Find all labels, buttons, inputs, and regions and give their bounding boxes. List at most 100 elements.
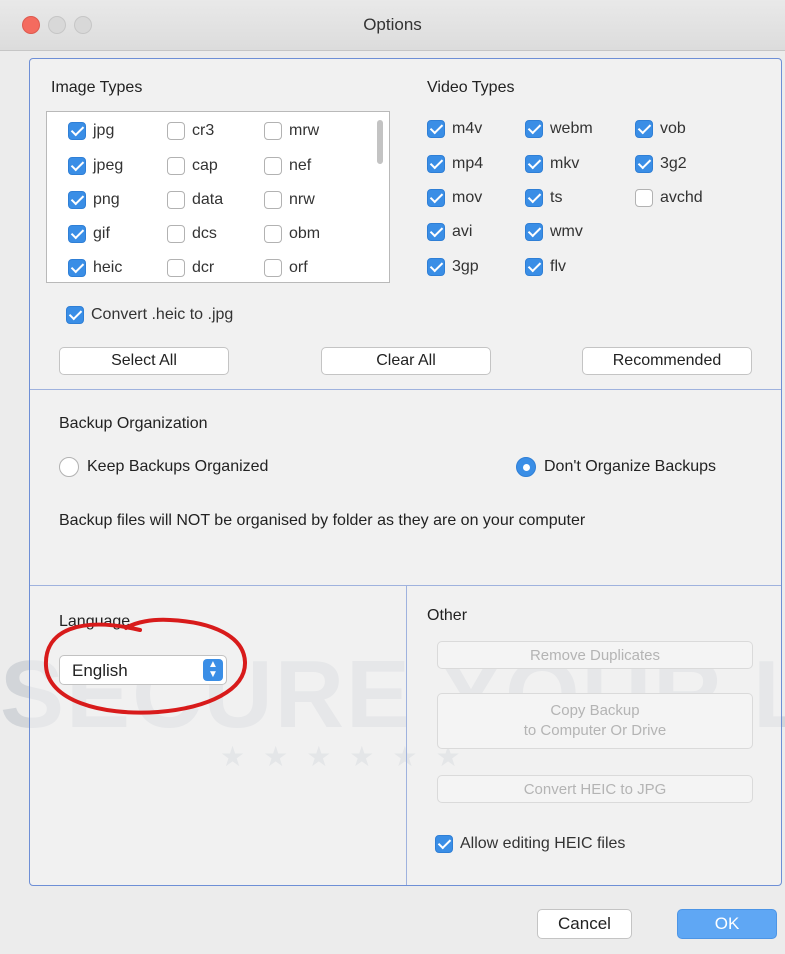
- checkbox-icon: [525, 258, 543, 276]
- image-type-label: nef: [289, 157, 312, 174]
- video-type-label: 3g2: [660, 155, 687, 172]
- chevron-up-down-icon: ▲ ▼: [203, 659, 223, 681]
- image-type-label: obm: [289, 225, 321, 242]
- image-type-label: orf: [289, 259, 308, 276]
- checkbox-icon: [427, 258, 445, 276]
- video-type-avi[interactable]: avi: [427, 223, 472, 241]
- radio-label: Don't Organize Backups: [544, 458, 717, 475]
- allow-editing-heic-label: Allow editing HEIC files: [460, 835, 626, 852]
- image-type-label: dcs: [192, 225, 217, 242]
- checkbox-icon: [264, 122, 282, 140]
- video-type-mkv[interactable]: mkv: [525, 155, 579, 173]
- checkbox-icon: [68, 122, 86, 140]
- options-panel: Image Types jpg jpeg png gif heic cr3 ca…: [29, 58, 782, 886]
- video-type-m4v[interactable]: m4v: [427, 120, 482, 138]
- video-type-3gp[interactable]: 3gp: [427, 258, 479, 276]
- checkbox-icon: [427, 189, 445, 207]
- image-type-cap[interactable]: cap: [167, 157, 218, 175]
- section-divider: [30, 389, 781, 390]
- copy-backup-button[interactable]: Copy Backup to Computer Or Drive: [437, 693, 753, 749]
- image-type-orf[interactable]: orf: [264, 259, 308, 277]
- convert-heic-to-jpg-button[interactable]: Convert HEIC to JPG: [437, 775, 753, 803]
- image-type-gif[interactable]: gif: [68, 225, 110, 243]
- image-type-jpeg[interactable]: jpeg: [68, 157, 123, 175]
- image-type-label: cap: [192, 157, 218, 174]
- video-type-label: flv: [550, 258, 566, 275]
- video-type-label: m4v: [452, 120, 483, 137]
- checkbox-icon: [525, 189, 543, 207]
- other-label: Other: [427, 607, 468, 624]
- image-type-heic[interactable]: heic: [68, 259, 122, 277]
- checkbox-icon: [68, 157, 86, 175]
- image-types-scrollbar[interactable]: [377, 120, 383, 164]
- checkbox-icon: [635, 120, 653, 138]
- select-all-button[interactable]: Select All: [59, 347, 229, 375]
- checkbox-icon: [66, 306, 84, 324]
- checkbox-icon: [264, 225, 282, 243]
- keep-backups-organized-radio[interactable]: Keep Backups Organized: [59, 457, 268, 477]
- image-type-dcs[interactable]: dcs: [167, 225, 217, 243]
- image-type-label: cr3: [192, 122, 215, 139]
- window-title: Options: [363, 15, 422, 34]
- image-type-dcr[interactable]: dcr: [167, 259, 214, 277]
- checkbox-icon: [525, 223, 543, 241]
- remove-duplicates-button[interactable]: Remove Duplicates: [437, 641, 753, 669]
- video-type-flv[interactable]: flv: [525, 258, 566, 276]
- checkbox-icon: [427, 120, 445, 138]
- radio-icon: [516, 457, 536, 477]
- image-type-data[interactable]: data: [167, 191, 223, 209]
- image-type-label: dcr: [192, 259, 215, 276]
- radio-label: Keep Backups Organized: [87, 458, 269, 475]
- clear-all-button[interactable]: Clear All: [321, 347, 491, 375]
- recommended-button[interactable]: Recommended: [582, 347, 752, 375]
- language-select[interactable]: English ▲ ▼: [59, 655, 227, 685]
- checkbox-icon: [167, 225, 185, 243]
- copy-backup-line2: to Computer Or Drive: [523, 722, 667, 739]
- image-type-label: heic: [93, 259, 123, 276]
- checkbox-icon: [68, 259, 86, 277]
- image-types-list[interactable]: jpg jpeg png gif heic cr3 cap data dcs d…: [46, 111, 390, 283]
- video-type-label: vob: [660, 120, 686, 137]
- image-type-label: nrw: [289, 191, 315, 208]
- video-type-3g2[interactable]: 3g2: [635, 155, 687, 173]
- video-type-label: 3gp: [452, 258, 479, 275]
- checkbox-icon: [264, 157, 282, 175]
- checkbox-icon: [68, 225, 86, 243]
- image-type-obm[interactable]: obm: [264, 225, 320, 243]
- video-type-wmv[interactable]: wmv: [525, 223, 583, 241]
- image-type-png[interactable]: png: [68, 191, 120, 209]
- checkbox-icon: [635, 155, 653, 173]
- image-type-cr3[interactable]: cr3: [167, 122, 214, 140]
- checkbox-icon: [427, 223, 445, 241]
- checkbox-icon: [427, 155, 445, 173]
- video-type-avchd[interactable]: avchd: [635, 189, 703, 207]
- video-type-ts[interactable]: ts: [525, 189, 562, 207]
- image-type-label: png: [93, 191, 120, 208]
- column-divider: [406, 585, 407, 885]
- checkbox-icon: [167, 157, 185, 175]
- video-type-mov[interactable]: mov: [427, 189, 482, 207]
- video-type-label: webm: [550, 120, 593, 137]
- checkbox-icon: [264, 259, 282, 277]
- convert-heic-checkbox[interactable]: Convert .heic to .jpg: [66, 306, 233, 324]
- image-type-nef[interactable]: nef: [264, 157, 311, 175]
- image-type-nrw[interactable]: nrw: [264, 191, 315, 209]
- image-type-jpg[interactable]: jpg: [68, 122, 114, 140]
- checkbox-icon: [264, 191, 282, 209]
- video-type-vob[interactable]: vob: [635, 120, 686, 138]
- ok-button[interactable]: OK: [677, 909, 777, 939]
- checkbox-icon: [525, 120, 543, 138]
- allow-editing-heic-checkbox[interactable]: Allow editing HEIC files: [435, 835, 625, 853]
- video-type-webm[interactable]: webm: [525, 120, 593, 138]
- image-type-mrw[interactable]: mrw: [264, 122, 319, 140]
- dont-organize-backups-radio[interactable]: Don't Organize Backups: [516, 457, 716, 477]
- language-selected-value: English: [72, 661, 128, 680]
- copy-backup-line1: Copy Backup: [550, 702, 640, 719]
- video-type-mp4[interactable]: mp4: [427, 155, 483, 173]
- video-type-label: mov: [452, 189, 483, 206]
- checkbox-icon: [167, 259, 185, 277]
- video-type-label: avi: [452, 223, 473, 240]
- cancel-button[interactable]: Cancel: [537, 909, 632, 939]
- image-type-label: jpeg: [93, 157, 124, 174]
- video-type-label: wmv: [550, 223, 583, 240]
